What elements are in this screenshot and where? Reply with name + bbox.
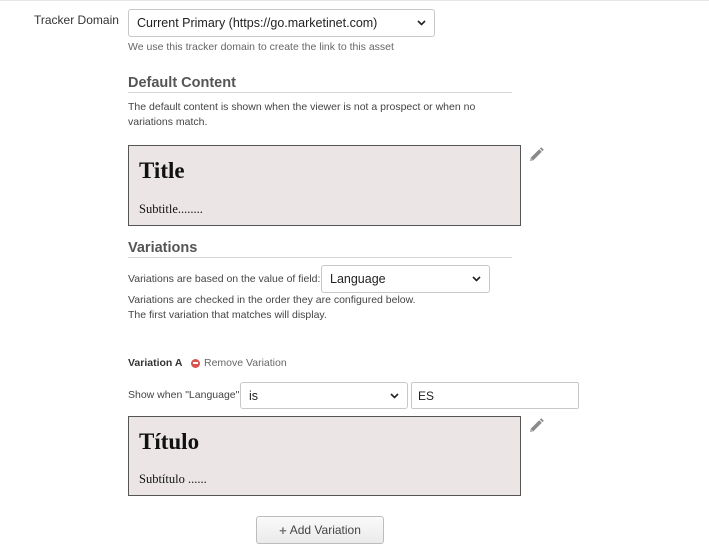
variation-field-select[interactable]: Language	[321, 265, 490, 293]
variation-a-preview: Título Subtítulo ......	[128, 416, 521, 496]
variation-a-operator-select[interactable]: is	[240, 382, 408, 409]
variation-a-value-input[interactable]: ES	[411, 382, 579, 409]
variation-a-operator-value: is	[249, 389, 259, 403]
variations-order-note: Variations are checked in the order they…	[128, 293, 416, 323]
variation-a-condition-label: Show when "Language"	[128, 389, 240, 401]
default-content-description-line1: The default content is shown when the vi…	[128, 101, 476, 113]
add-variation-label: Add Variation	[289, 523, 361, 537]
default-preview-title: Title	[139, 158, 185, 183]
top-divider	[0, 0, 709, 1]
variations-divider	[128, 257, 512, 258]
remove-variation-button[interactable]: Remove Variation	[191, 357, 287, 369]
variations-order-note-line1: Variations are checked in the order they…	[128, 294, 416, 306]
chevron-down-icon	[387, 383, 401, 408]
variation-a-preview-title: Título	[139, 429, 200, 454]
default-content-preview: Title Subtitle........	[128, 145, 521, 226]
variations-heading: Variations	[128, 240, 198, 256]
add-variation-button[interactable]: + Add Variation	[256, 516, 384, 544]
default-content-heading: Default Content	[128, 75, 236, 91]
chevron-down-icon	[414, 10, 428, 36]
pencil-icon[interactable]	[527, 146, 545, 164]
tracker-domain-select[interactable]: Current Primary (https://go.marketinet.c…	[128, 9, 435, 37]
tracker-domain-help: We use this tracker domain to create the…	[128, 41, 394, 53]
variation-a-preview-subtitle: Subtítulo ......	[139, 472, 207, 486]
variation-a-label: Variation A	[128, 357, 183, 369]
variation-field-value: Language	[330, 272, 386, 286]
chevron-down-icon	[469, 266, 483, 292]
default-content-description: The default content is shown when the vi…	[128, 100, 475, 130]
tracker-domain-label: Tracker Domain	[34, 13, 119, 27]
plus-icon: +	[279, 522, 287, 538]
pencil-icon[interactable]	[527, 417, 545, 435]
remove-variation-label: Remove Variation	[204, 357, 287, 369]
variations-order-note-line2: The first variation that matches will di…	[128, 309, 327, 321]
variations-field-label: Variations are based on the value of fie…	[128, 273, 321, 285]
default-content-description-line2: variations match.	[128, 116, 208, 128]
tracker-domain-value: Current Primary (https://go.marketinet.c…	[137, 16, 378, 30]
default-content-divider	[128, 92, 512, 93]
minus-circle-icon	[191, 358, 200, 368]
default-preview-subtitle: Subtitle........	[139, 202, 203, 216]
